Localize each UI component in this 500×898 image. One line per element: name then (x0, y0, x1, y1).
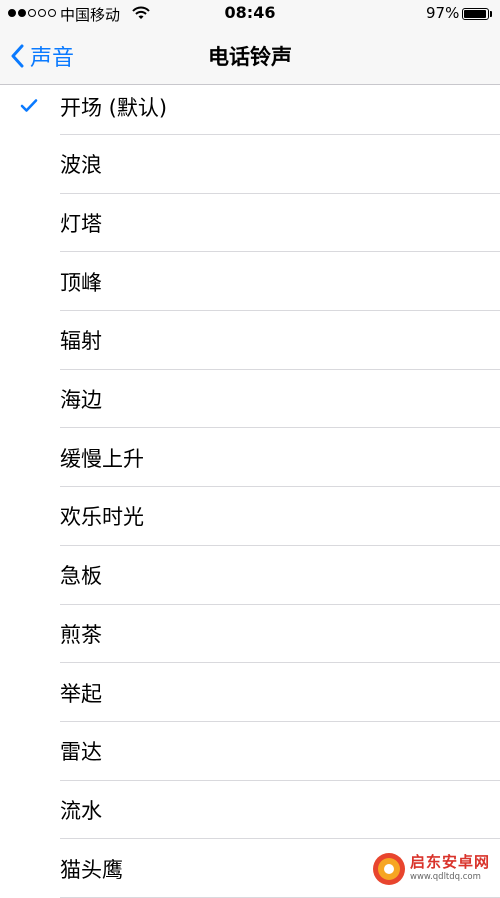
watermark-logo-icon (373, 852, 405, 885)
clock-time: 08:46 (224, 3, 276, 22)
ringtone-label: 煎茶 (60, 622, 102, 647)
navigation-bar: 声音 电话铃声 (0, 28, 500, 85)
ringtone-item[interactable]: 开场 (默认) (0, 85, 500, 135)
battery-fill (464, 10, 487, 18)
battery-percent: 97% (426, 4, 460, 22)
ringtone-label: 波浪 (60, 153, 102, 178)
ringtone-item[interactable]: 顶峰 (0, 252, 500, 312)
battery-cap (490, 11, 492, 17)
watermark-title: 启东安卓网 (410, 853, 491, 872)
ringtone-item[interactable]: 缓慢上升 (0, 428, 500, 488)
ringtone-item[interactable]: 举起 (0, 663, 500, 722)
ringtone-label: 猫头鹰 (60, 857, 123, 882)
ringtone-label: 灯塔 (60, 212, 102, 237)
ringtone-label: 举起 (60, 681, 102, 706)
watermark-url: www.qdltdq.com (410, 872, 481, 883)
ringtone-label: 海边 (60, 388, 102, 413)
ringtone-label: 缓慢上升 (60, 446, 144, 471)
ringtone-list: 开场 (默认) 波浪灯塔顶峰辐射海边缓慢上升欢乐时光急板煎茶举起雷达流水猫头鹰 (0, 85, 500, 898)
status-bar: 中国移动 08:46 97% (0, 0, 500, 28)
ringtone-label: 流水 (60, 798, 102, 823)
ringtone-label: 顶峰 (60, 270, 102, 295)
ringtone-item[interactable]: 辐射 (0, 311, 500, 370)
ringtone-item[interactable]: 欢乐时光 (0, 487, 500, 546)
watermark: 启东安卓网 www.qdltdq.com (370, 848, 500, 889)
ringtone-label: 开场 (默认) (60, 96, 168, 120)
ringtone-item[interactable]: 流水 (0, 781, 500, 840)
ringtone-label: 辐射 (60, 329, 102, 354)
page-title: 电话铃声 (208, 45, 292, 69)
ringtone-item[interactable]: 灯塔 (0, 194, 500, 253)
ringtone-label: 欢乐时光 (60, 505, 144, 530)
battery-icon (462, 8, 489, 20)
ringtone-item[interactable]: 海边 (0, 370, 500, 429)
ringtone-label: 急板 (60, 564, 102, 589)
checkmark-icon (20, 98, 38, 117)
ringtone-item[interactable]: 急板 (0, 546, 500, 605)
ringtone-item[interactable]: 煎茶 (0, 605, 500, 664)
ringtone-item[interactable]: 雷达 (0, 722, 500, 781)
ringtone-label: 雷达 (60, 740, 102, 765)
ringtone-item[interactable]: 波浪 (0, 135, 500, 194)
